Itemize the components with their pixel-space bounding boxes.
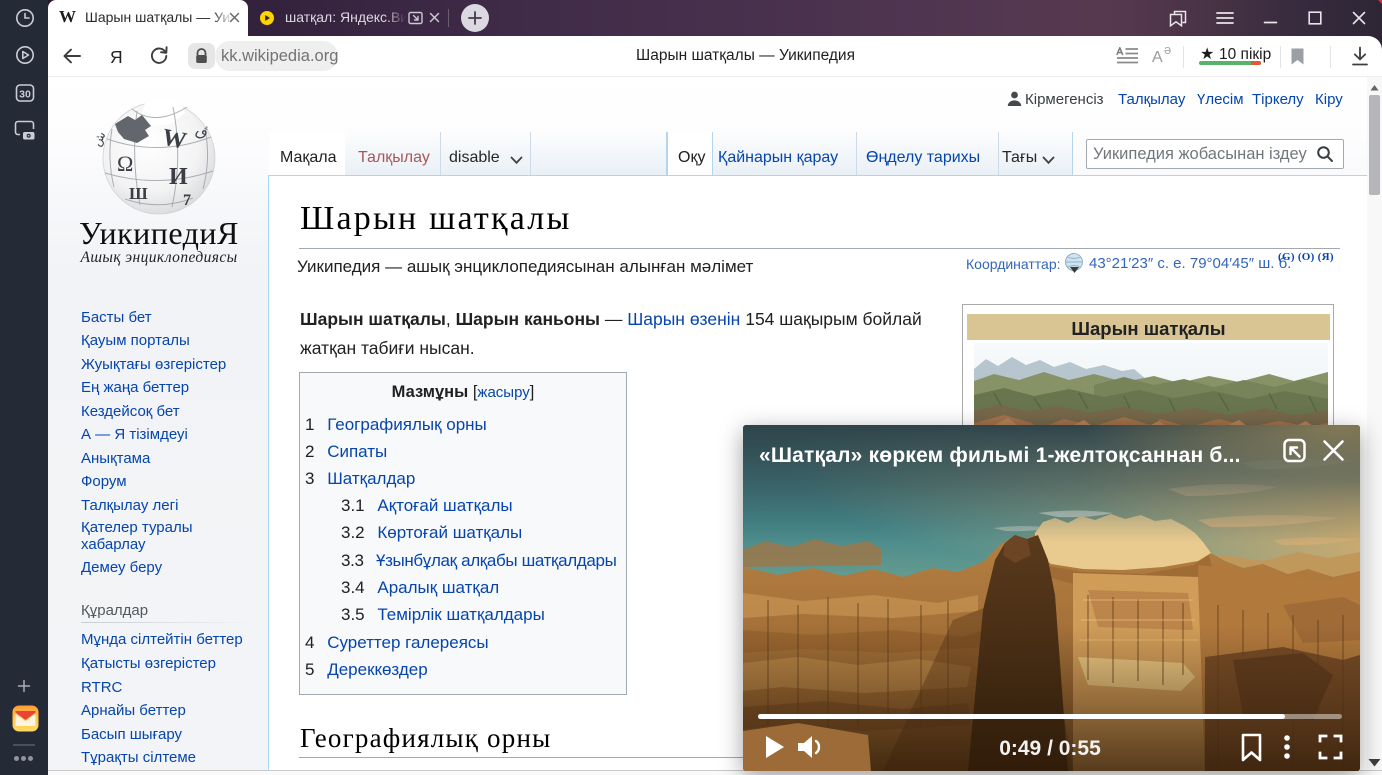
svg-text:7: 7 (183, 192, 191, 209)
svg-text:И: И (169, 164, 188, 190)
svg-text:30: 30 (19, 89, 31, 101)
svg-text:0:49 / 0:55: 0:49 / 0:55 (999, 737, 1101, 760)
svg-text:Ω: Ω (117, 151, 133, 176)
svg-text:Ш: Ш (129, 184, 148, 203)
svg-text:«Шатқал» көркем фильмі 1-желто: «Шатқал» көркем фильмі 1-желтоқсаннан б.… (759, 444, 1241, 467)
